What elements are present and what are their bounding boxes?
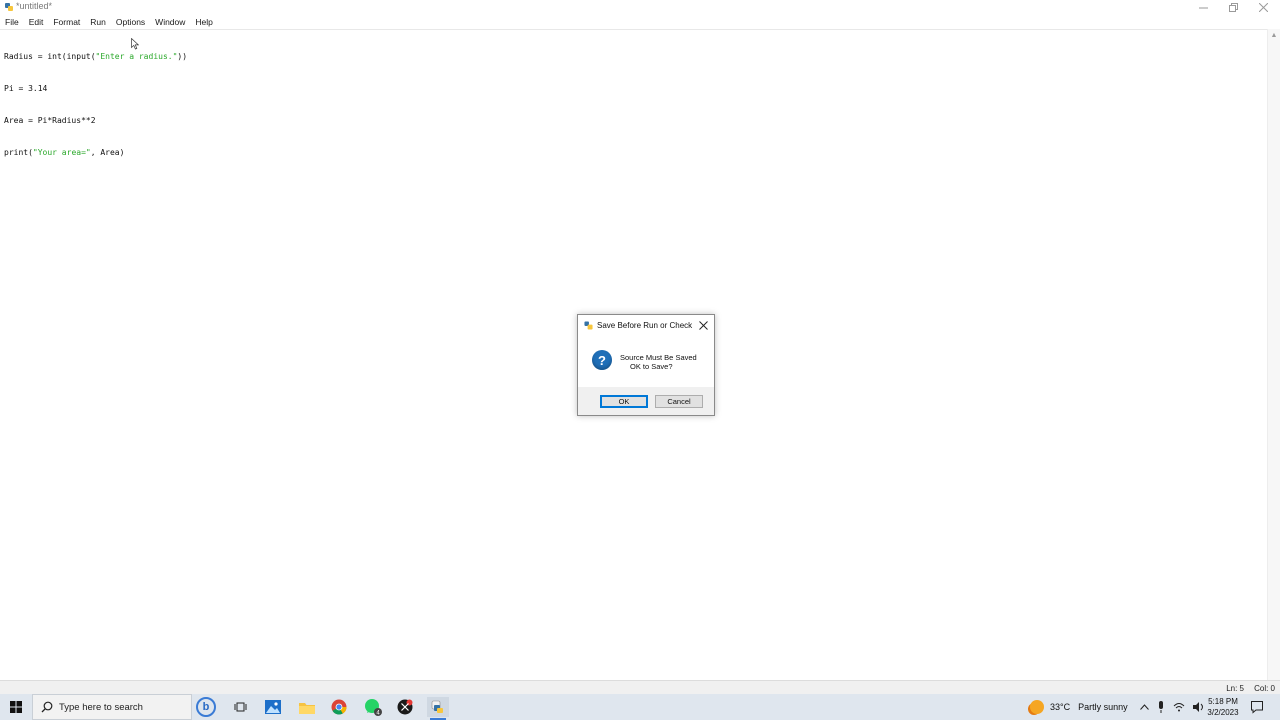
save-dialog: Save Before Run or Check ? Source Must B…: [577, 314, 715, 416]
restore-button[interactable]: [1218, 0, 1248, 14]
mouse-pointer-icon: [131, 38, 139, 50]
scroll-up-icon[interactable]: ▲: [1268, 29, 1280, 41]
taskbar-search[interactable]: Type here to search: [32, 694, 192, 720]
code-token: )): [177, 52, 188, 62]
weather-desc: Partly sunny: [1078, 702, 1128, 712]
python-icon: [431, 700, 443, 713]
code-token: , Area): [90, 147, 125, 157]
code-token: Area = Pi*Radius**2: [4, 115, 96, 125]
menu-file[interactable]: File: [0, 15, 24, 29]
partly-sunny-icon: [1030, 700, 1044, 714]
photos-icon: [265, 700, 281, 714]
vertical-scrollbar[interactable]: ▲: [1267, 29, 1280, 680]
menu-help[interactable]: Help: [190, 15, 217, 29]
close-button[interactable]: [1248, 0, 1278, 14]
search-placeholder: Type here to search: [59, 702, 143, 713]
task-view-icon: [234, 702, 246, 712]
close-icon: [1258, 2, 1268, 12]
code-token: print(: [4, 147, 33, 157]
code-token: Pi = 3.14: [4, 83, 48, 93]
column-number: Col: 0: [1254, 684, 1275, 693]
search-icon: [41, 701, 53, 713]
line-number: Ln: 5: [1226, 684, 1244, 693]
dialog-title-bar: Save Before Run or Check: [578, 315, 714, 335]
dialog-footer: OK Cancel: [578, 387, 714, 415]
code-line: Pi = 3.14: [4, 84, 187, 95]
microphone-icon[interactable]: [1157, 701, 1165, 713]
code-text: Radius = int(input("Enter a radius.")) P…: [4, 31, 187, 179]
dialog-body: ? Source Must Be Saved OK to Save?: [578, 335, 714, 387]
clock-date: 3/2/2023: [1207, 708, 1239, 717]
dialog-close-button[interactable]: [696, 318, 710, 332]
menu-edit[interactable]: Edit: [24, 15, 49, 29]
chrome-app[interactable]: [328, 697, 350, 717]
windows-icon: [10, 701, 22, 713]
wifi-icon[interactable]: [1173, 702, 1185, 712]
close-icon: [698, 320, 708, 330]
weather-temp: 33°C: [1050, 702, 1071, 712]
dialog-message: Source Must Be Saved: [620, 353, 697, 362]
python-icon: [5, 3, 13, 11]
start-button[interactable]: [0, 694, 32, 720]
python-icon: [584, 321, 593, 330]
code-line: print("Your area=", Area): [4, 148, 187, 159]
code-line: Area = Pi*Radius**2: [4, 116, 187, 127]
menu-window[interactable]: Window: [150, 15, 190, 29]
minimize-icon: [1198, 7, 1208, 8]
title-bar: *untitled*: [0, 0, 1280, 14]
menu-bar: File Edit Format Run Options Window Help: [0, 15, 1280, 29]
restore-icon: [1228, 2, 1238, 12]
code-line: Radius = int(input("Enter a radius.")): [4, 52, 187, 63]
weather-widget[interactable]: 33°C Partly sunny: [1030, 694, 1128, 720]
code-token: Radius = int(input(: [4, 52, 96, 62]
menu-options[interactable]: Options: [111, 15, 150, 29]
system-tray: [1140, 694, 1205, 720]
record-icon: [397, 699, 413, 715]
folder-icon: [299, 702, 315, 714]
file-explorer-app[interactable]: [296, 697, 318, 717]
chevron-up-icon[interactable]: [1140, 704, 1149, 710]
menu-format[interactable]: Format: [48, 15, 85, 29]
string-token: "Your area=": [32, 147, 91, 157]
task-view-button[interactable]: [229, 697, 251, 717]
minimize-button[interactable]: [1188, 0, 1218, 14]
clock-time: 5:18 PM: [1208, 697, 1238, 706]
photos-app[interactable]: [262, 697, 284, 717]
status-bar: Ln: 5 Col: 0: [0, 680, 1280, 695]
whatsapp-icon: 4: [365, 699, 382, 716]
clock[interactable]: 5:18 PM 3/2/2023: [1204, 696, 1242, 718]
window-title: *untitled*: [16, 1, 53, 11]
cancel-button[interactable]: Cancel: [655, 395, 703, 408]
ok-button[interactable]: OK: [600, 395, 648, 408]
media-app[interactable]: [394, 697, 416, 717]
string-token: "Enter a radius.": [95, 52, 178, 62]
notification-icon[interactable]: [1250, 700, 1264, 714]
bing-icon[interactable]: b: [196, 697, 216, 717]
question-icon: ?: [592, 350, 612, 370]
dialog-title: Save Before Run or Check: [597, 321, 693, 330]
menu-run[interactable]: Run: [85, 15, 111, 29]
chrome-icon: [331, 699, 347, 715]
taskbar: Type here to search b 4 33°C Partly sunn…: [0, 694, 1280, 720]
whatsapp-app[interactable]: 4: [362, 697, 384, 717]
dialog-question: OK to Save?: [630, 362, 673, 371]
idle-app[interactable]: [427, 697, 449, 720]
